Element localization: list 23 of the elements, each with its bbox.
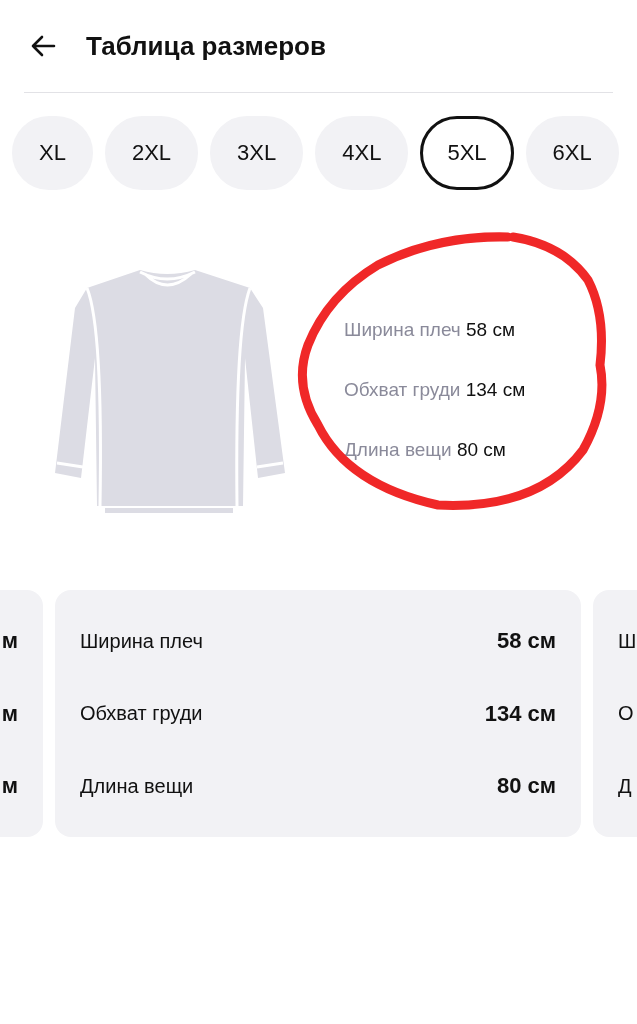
size-chip[interactable]: XL bbox=[12, 116, 93, 190]
measurement-value: м bbox=[1, 700, 18, 727]
measurement-value: 80 см bbox=[496, 773, 556, 799]
measurement-label: Ш bbox=[618, 629, 637, 653]
measurement-value: м bbox=[1, 773, 18, 799]
measurement-text: Ширина плеч 58 см bbox=[344, 319, 517, 341]
measurement-text: Обхват груди 134 см bbox=[344, 379, 526, 401]
measurement-label: О bbox=[618, 702, 634, 725]
size-chip[interactable]: 4XL bbox=[315, 116, 409, 190]
measurement-value: 58 см bbox=[496, 628, 556, 654]
measurement-value: 134 см bbox=[484, 700, 556, 727]
size-chip[interactable]: 2XL bbox=[104, 116, 199, 190]
size-chip[interactable]: 3XL bbox=[210, 116, 304, 190]
size-chip[interactable]: 5XL bbox=[420, 116, 514, 190]
measurement-label: Обхват груди bbox=[80, 702, 203, 725]
measurement-label: Ширина плеч bbox=[80, 629, 203, 653]
page-title: Таблица размеров bbox=[86, 30, 326, 62]
measurement-text: Длина вещи 80 см bbox=[344, 439, 507, 461]
measurement-label: Д bbox=[618, 774, 632, 798]
back-arrow-icon[interactable] bbox=[30, 35, 56, 57]
size-chip[interactable]: 6XL bbox=[525, 116, 619, 190]
measurement-label: Длина вещи bbox=[80, 774, 194, 798]
measurement-value: м bbox=[1, 628, 18, 654]
